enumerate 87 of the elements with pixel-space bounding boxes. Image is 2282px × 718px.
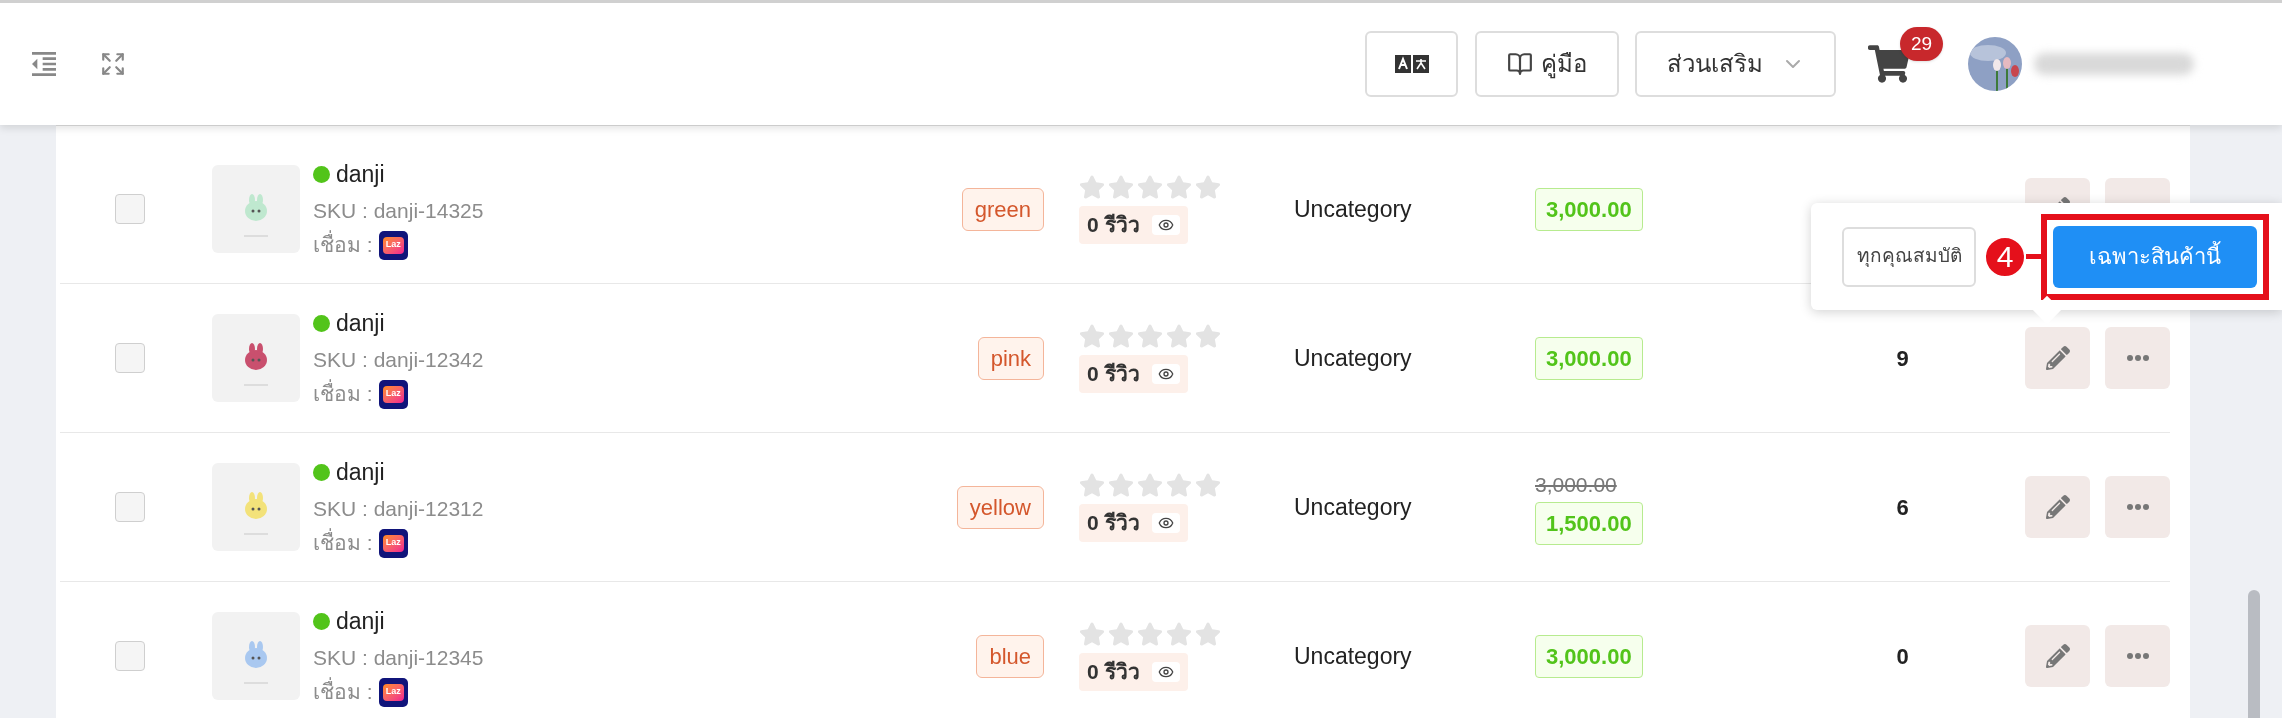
translate-icon [1394,55,1429,73]
star-icon [1166,621,1192,648]
more-icon [2126,504,2149,510]
guide-button[interactable]: คู่มือ [1475,31,1619,97]
review-count: 0 รีวิว [1087,659,1140,686]
star-icon [1108,621,1134,648]
shop-logo: Laz [378,379,408,409]
star-icon [1079,174,1105,201]
shop-logo: Laz [378,528,408,558]
row-checkbox[interactable] [115,492,145,522]
fullscreen-icon[interactable] [100,51,126,77]
star-icon [1195,472,1221,499]
scrollbar-thumb[interactable] [2248,590,2260,718]
review-count: 0 รีวิว [1087,510,1140,537]
product-name[interactable]: danji [336,604,385,639]
eye-icon[interactable] [1157,664,1174,680]
star-icon [1195,621,1221,648]
pencil-icon [2045,644,2070,668]
quantity-text: 6 [1896,493,1909,522]
star-icon [1195,323,1221,350]
translate-button[interactable] [1365,31,1458,97]
addons-dropdown[interactable]: ส่วนเสริม [1635,31,1836,97]
star-icon [1079,323,1105,350]
row-checkbox[interactable] [115,641,145,671]
star-icon [1079,472,1105,499]
eye-icon[interactable] [1157,515,1174,531]
eye-icon[interactable] [1157,217,1174,233]
more-button[interactable] [2105,625,2170,687]
linked-label: เชื่อม : [313,378,373,410]
linked-label: เชื่อม : [313,527,373,559]
sku-text: SKU : danji-14325 [313,197,484,224]
star-icon [1137,174,1163,201]
star-icon [1195,174,1221,201]
row-checkbox[interactable] [115,194,145,224]
category-text: Uncategory [1294,344,1412,371]
star-icon [1166,472,1192,499]
cart-count-badge: 29 [1900,27,1944,61]
step-marker: 4 [1984,235,2026,278]
category-text: Uncategory [1294,642,1412,669]
old-price: 3,000.00 [1535,471,1617,498]
linked-label: เชื่อม : [313,229,373,261]
more-icon [2126,653,2149,659]
review-count: 0 รีวิว [1087,361,1140,388]
quantity-text: 9 [1896,344,1909,373]
more-icon [2126,355,2149,361]
shop-logo: Laz [378,677,408,707]
price-tag: 1,500.00 [1535,502,1643,546]
edit-button[interactable] [2025,327,2090,389]
pencil-icon [2045,495,2070,519]
linked-label: เชื่อม : [313,676,373,708]
more-button[interactable] [2105,476,2170,538]
star-icon [1108,472,1134,499]
variant-tag: pink [977,336,1044,380]
book-icon [1507,51,1533,77]
review-count: 0 รีวิว [1087,212,1140,239]
shop-logo: Laz [378,230,408,260]
star-icon [1166,174,1192,201]
product-name[interactable]: danji [336,455,385,490]
row-checkbox[interactable] [115,343,145,373]
edit-button[interactable] [2025,625,2090,687]
edit-button[interactable] [2025,476,2090,538]
product-name[interactable]: danji [336,306,385,341]
star-icon [1137,621,1163,648]
price-tag: 3,000.00 [1535,634,1643,678]
star-icon [1137,472,1163,499]
star-icon [1137,323,1163,350]
category-text: Uncategory [1294,493,1412,520]
category-text: Uncategory [1294,195,1412,222]
star-icon [1108,323,1134,350]
price-tag: 3,000.00 [1535,187,1643,231]
product-name[interactable]: danji [336,157,385,192]
sku-text: SKU : danji-12345 [313,644,484,671]
all-attributes-button[interactable]: ทุกคุณสมบัติ [1842,226,1976,287]
price-tag: 3,000.00 [1535,336,1643,380]
star-icon [1079,621,1105,648]
pencil-icon [2045,346,2070,370]
star-icon [1108,174,1134,201]
sku-text: SKU : danji-12312 [313,495,484,522]
more-button[interactable] [2105,327,2170,389]
sku-text: SKU : danji-12342 [313,346,484,373]
variant-tag: yellow [956,485,1044,529]
variant-tag: green [961,187,1044,231]
variant-tag: blue [976,634,1044,678]
star-icon [1166,323,1192,350]
quantity-text: 0 [1896,642,1909,671]
cart-icon[interactable] [1868,44,1910,84]
eye-icon[interactable] [1157,366,1174,382]
